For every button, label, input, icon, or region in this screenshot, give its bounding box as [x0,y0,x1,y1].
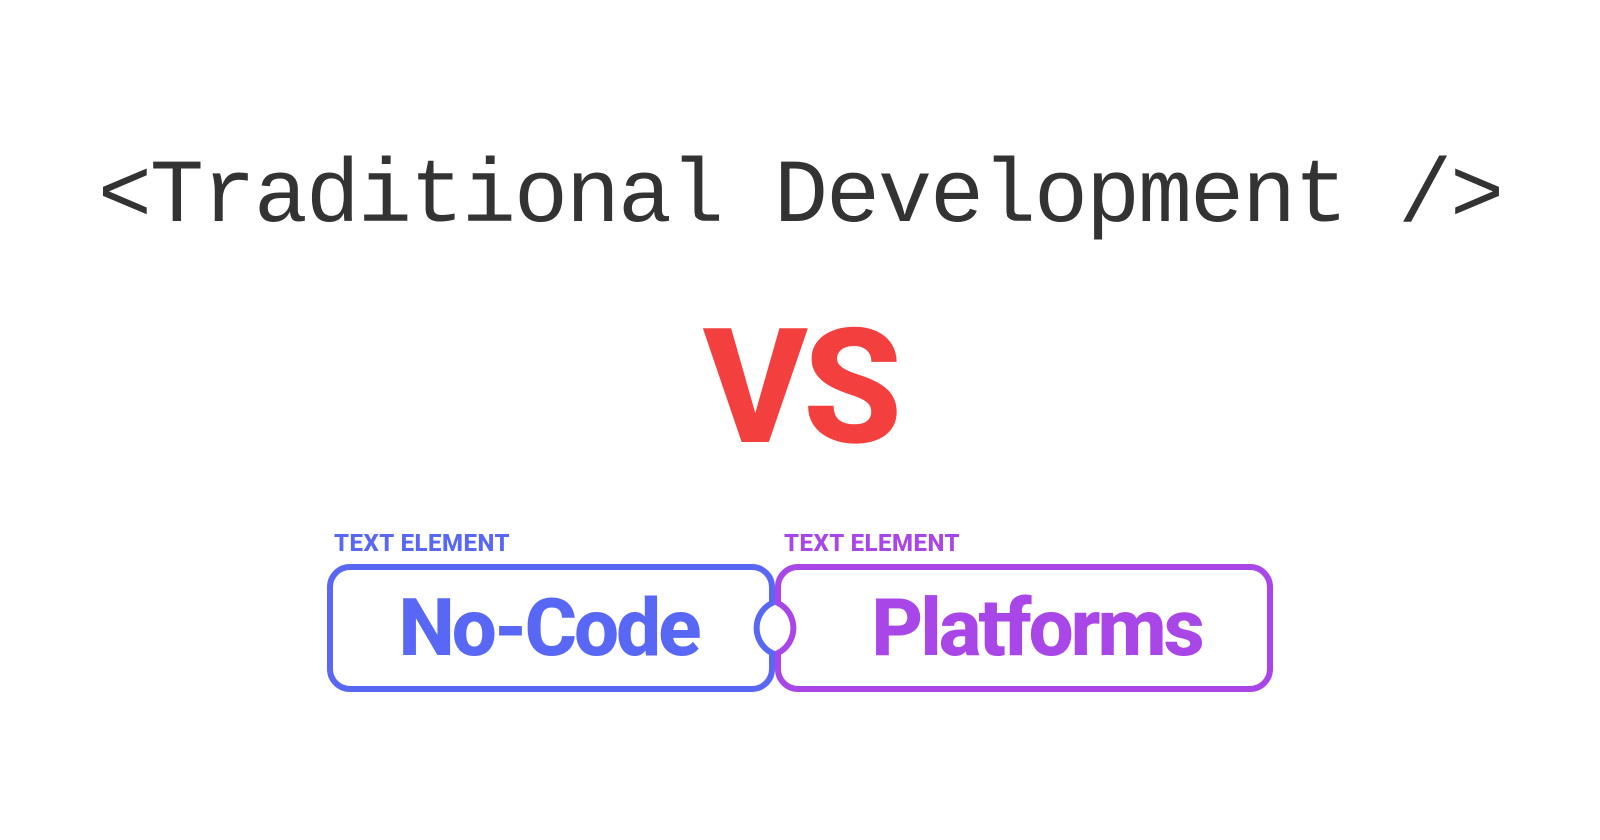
puzzle-label-right: TEXT ELEMENT [784,529,1274,557]
puzzle-piece-nocode: TEXT ELEMENT No-Code [326,529,776,693]
puzzle-shape-right: Platforms [774,563,1274,693]
traditional-dev-heading: <Traditional Development /> [98,147,1502,249]
puzzle-row: TEXT ELEMENT No-Code TEXT ELEMENT Platfo… [326,529,1274,693]
puzzle-text-right: Platforms [774,563,1274,693]
puzzle-shape-left: No-Code [326,563,776,693]
vs-heading: VS [703,309,897,469]
puzzle-text-left: No-Code [326,563,776,693]
puzzle-label-left: TEXT ELEMENT [334,529,776,557]
puzzle-piece-platforms: TEXT ELEMENT Platforms [776,529,1274,693]
